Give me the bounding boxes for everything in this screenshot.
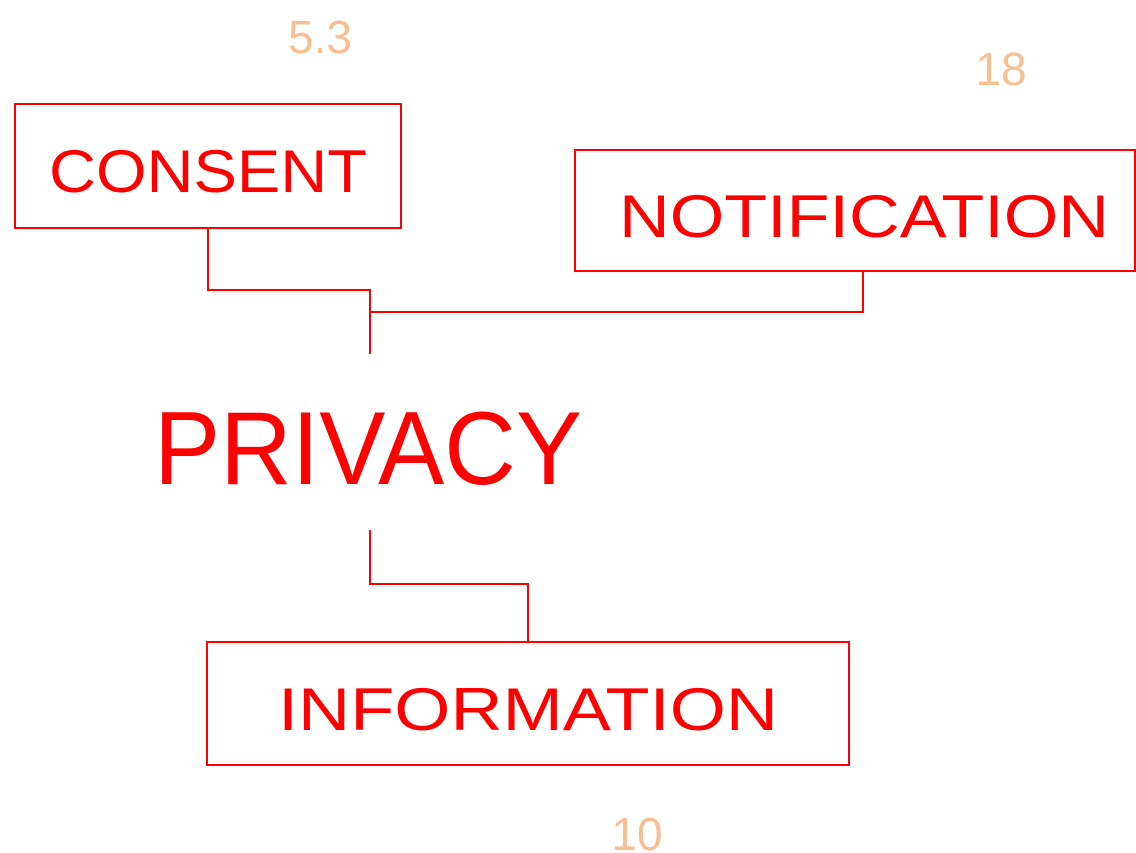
- information-label: INFORMATION: [278, 676, 778, 743]
- notification-node: NOTIFICATION: [574, 149, 1136, 272]
- information-node: INFORMATION: [206, 641, 850, 766]
- information-connector: [369, 530, 529, 642]
- notification-connector: [370, 272, 864, 313]
- center-label: PRIVACY: [154, 391, 582, 507]
- information-value: 10: [611, 808, 662, 853]
- privacy-diagram: 5.3 18 10 CONSENT NOTIFICATION PRIVACY I…: [14, 11, 1136, 853]
- consent-connector: [207, 229, 371, 354]
- consent-label: CONSENT: [49, 138, 367, 205]
- notification-label: NOTIFICATION: [619, 183, 1109, 250]
- notification-value: 18: [975, 43, 1026, 95]
- consent-value: 5.3: [288, 11, 352, 63]
- consent-node: CONSENT: [14, 103, 402, 229]
